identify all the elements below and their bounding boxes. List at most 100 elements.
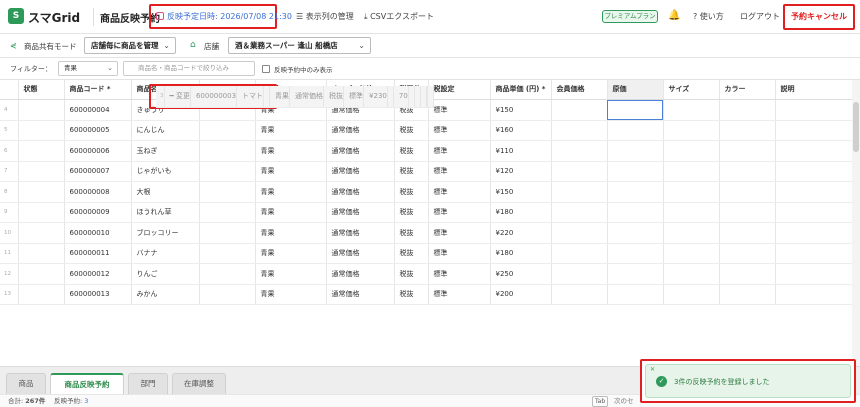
product-kana-cell[interactable] xyxy=(199,140,256,162)
description-cell[interactable] xyxy=(427,86,434,108)
size-cell[interactable] xyxy=(663,140,720,162)
cost-cell[interactable] xyxy=(607,202,664,223)
member-price-cell[interactable] xyxy=(551,202,608,223)
unit-price-cell[interactable]: ¥180 xyxy=(490,243,552,264)
description-cell[interactable] xyxy=(775,161,853,182)
product-code-cell[interactable]: 600000009 xyxy=(64,202,132,223)
only-reserved-checkbox[interactable] xyxy=(262,65,270,73)
tax-setting-cell[interactable]: 標準 xyxy=(343,86,365,108)
open-price-cell[interactable]: 通常価格 xyxy=(326,202,395,223)
help-link[interactable]: ? 使い方 xyxy=(693,11,724,22)
member-price-cell[interactable] xyxy=(551,284,608,305)
table-row[interactable]: 9 600000009 ほうれん草 青果 通常価格 税抜 標準 ¥180 xyxy=(0,202,853,223)
status-cell[interactable] xyxy=(18,284,65,305)
column-header[interactable]: 原価 xyxy=(607,80,664,100)
status-cell[interactable]: ━ 変更 xyxy=(164,86,191,108)
unit-price-cell[interactable]: ¥110 xyxy=(490,140,552,162)
tax-class-cell[interactable]: 税抜 xyxy=(394,222,429,244)
cost-cell[interactable] xyxy=(607,222,664,244)
vertical-scrollbar[interactable] xyxy=(852,80,860,366)
cost-cell[interactable] xyxy=(607,120,664,141)
unit-price-cell[interactable]: ¥160 xyxy=(490,120,552,141)
column-header[interactable]: サイズ xyxy=(663,80,720,100)
product-name-cell[interactable]: にんじん xyxy=(131,120,200,141)
color-cell[interactable] xyxy=(719,120,776,141)
cost-cell[interactable]: 70 xyxy=(393,86,409,108)
status-cell[interactable] xyxy=(18,243,65,264)
cost-cell[interactable] xyxy=(607,181,664,203)
product-name-cell[interactable]: ほうれん草 xyxy=(131,202,200,223)
status-cell[interactable] xyxy=(18,202,65,223)
tax-setting-cell[interactable]: 標準 xyxy=(428,284,491,305)
description-cell[interactable] xyxy=(775,284,853,305)
size-cell[interactable] xyxy=(663,284,720,305)
tax-class-cell[interactable]: 税抜 xyxy=(394,263,429,285)
cancel-reservation-button[interactable]: 予約キャンセル xyxy=(783,4,855,30)
description-cell[interactable] xyxy=(775,243,853,264)
product-kana-cell[interactable] xyxy=(199,120,256,141)
color-cell[interactable] xyxy=(719,263,776,285)
unit-price-cell[interactable]: ¥230 xyxy=(363,86,388,108)
tax-setting-cell[interactable]: 標準 xyxy=(428,120,491,141)
tax-class-cell[interactable]: 税抜 xyxy=(394,243,429,264)
tax-setting-cell[interactable]: 標準 xyxy=(428,161,491,182)
department-cell[interactable]: 青果 xyxy=(255,284,327,305)
product-kana-cell[interactable] xyxy=(199,284,256,305)
description-cell[interactable] xyxy=(775,99,853,121)
department-cell[interactable]: 青果 xyxy=(255,140,327,162)
product-kana-cell[interactable] xyxy=(199,263,256,285)
table-row[interactable]: 6 600000006 玉ねぎ 青果 通常価格 税抜 標準 ¥110 xyxy=(0,140,853,162)
open-price-cell[interactable]: 通常価格 xyxy=(326,140,395,162)
unit-price-cell[interactable]: ¥150 xyxy=(490,181,552,203)
tax-class-cell[interactable]: 税抜 xyxy=(394,284,429,305)
color-cell[interactable] xyxy=(719,99,776,121)
column-header[interactable]: カラー xyxy=(719,80,776,100)
size-cell[interactable] xyxy=(663,161,720,182)
open-price-cell[interactable]: 通常価格 xyxy=(326,263,395,285)
member-price-cell[interactable] xyxy=(551,263,608,285)
product-code-cell[interactable]: 600000007 xyxy=(64,161,132,182)
tax-class-cell[interactable]: 税抜 xyxy=(394,120,429,141)
member-price-cell[interactable] xyxy=(551,161,608,182)
column-header[interactable]: 会員価格 xyxy=(551,80,608,100)
unit-price-cell[interactable]: ¥120 xyxy=(490,161,552,182)
tab-departments[interactable]: 部門 xyxy=(128,373,168,395)
product-name-cell[interactable]: ブロッコリー xyxy=(131,222,200,244)
open-price-cell[interactable]: 通常価格 xyxy=(326,120,395,141)
close-icon[interactable]: ✕ xyxy=(650,366,655,373)
table-row[interactable]: 7 600000007 じゃがいも 青果 通常価格 税抜 標準 ¥120 xyxy=(0,161,853,182)
member-price-cell[interactable] xyxy=(551,140,608,162)
product-code-cell[interactable]: 600000008 xyxy=(64,181,132,203)
product-kana-cell[interactable] xyxy=(199,161,256,182)
cost-cell[interactable] xyxy=(607,263,664,285)
column-header[interactable]: 説明 xyxy=(775,80,853,100)
tax-setting-cell[interactable]: 標準 xyxy=(428,140,491,162)
store-select[interactable]: 酒＆業務スーパー 逢山 船橋店 ⌄ xyxy=(228,37,371,54)
cost-cell[interactable] xyxy=(607,161,664,182)
unit-price-cell[interactable]: ¥200 xyxy=(490,284,552,305)
product-name-cell[interactable]: りんご xyxy=(131,263,200,285)
color-cell[interactable] xyxy=(719,222,776,244)
product-kana-cell[interactable] xyxy=(199,222,256,244)
product-code-cell[interactable]: 600000013 xyxy=(64,284,132,305)
status-cell[interactable] xyxy=(18,99,65,121)
size-cell[interactable] xyxy=(663,99,720,121)
unit-price-cell[interactable]: ¥150 xyxy=(490,99,552,121)
product-name-cell[interactable]: 玉ねぎ xyxy=(131,140,200,162)
sharing-mode-select[interactable]: 店舗毎に商品を管理 ⌄ xyxy=(84,37,176,54)
member-price-cell[interactable] xyxy=(551,181,608,203)
status-cell[interactable] xyxy=(18,181,65,203)
tab-inventory-adjustment[interactable]: 在庫調整 xyxy=(172,373,226,395)
product-kana-cell[interactable] xyxy=(199,181,256,203)
cost-cell[interactable] xyxy=(607,284,664,305)
open-price-cell[interactable]: 通常価格 xyxy=(326,222,395,244)
product-name-cell[interactable]: じゃがいも xyxy=(131,161,200,182)
table-row[interactable]: 10 600000010 ブロッコリー 青果 通常価格 税抜 標準 ¥220 xyxy=(0,222,853,244)
open-price-cell[interactable]: 通常価格 xyxy=(326,243,395,264)
tax-setting-cell[interactable]: 標準 xyxy=(428,202,491,223)
product-code-cell[interactable]: 600000004 xyxy=(64,99,132,121)
status-cell[interactable] xyxy=(18,263,65,285)
department-cell[interactable]: 青果 xyxy=(255,202,327,223)
tax-setting-cell[interactable]: 標準 xyxy=(428,181,491,203)
tab-products[interactable]: 商品 xyxy=(6,373,46,395)
